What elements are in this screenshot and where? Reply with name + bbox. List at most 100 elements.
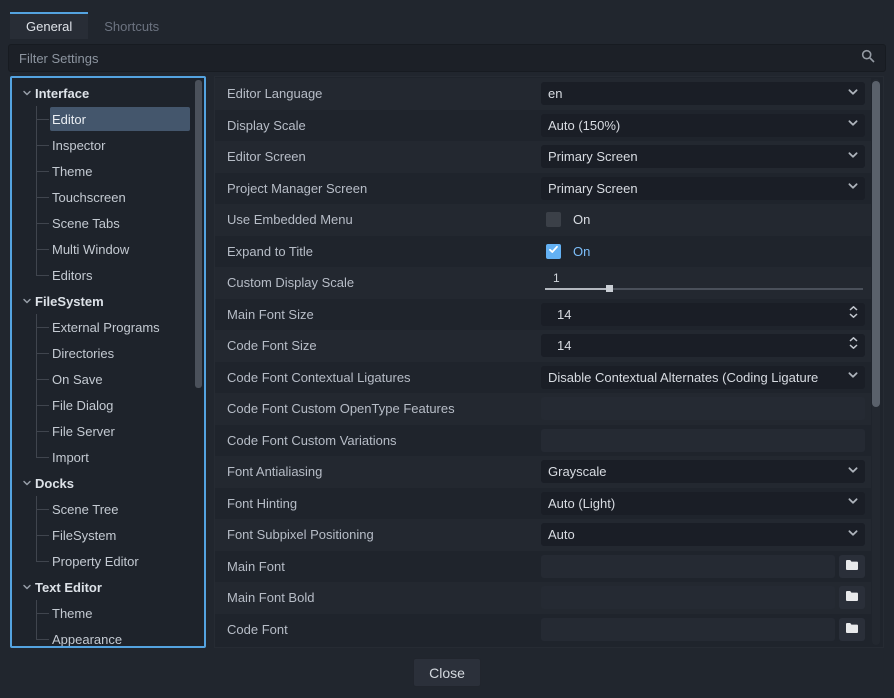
tree-item-appearance[interactable]: Appearance <box>12 626 194 648</box>
folder-icon <box>845 559 859 574</box>
tab-general[interactable]: General <box>10 12 88 39</box>
setting-label: Code Font Custom Variations <box>215 433 397 448</box>
setting-label: Project Manager Screen <box>215 181 367 196</box>
setting-row: Display Scale Auto (150%) <box>215 110 871 142</box>
chevron-down-icon <box>847 179 865 197</box>
setting-label: Code Font Size <box>215 338 317 353</box>
display-scale-dropdown[interactable]: Auto (150%) <box>541 114 865 137</box>
use-embedded-menu-checkbox[interactable] <box>546 212 561 227</box>
font-hinting-dropdown[interactable]: Auto (Light) <box>541 492 865 515</box>
tree-item-theme[interactable]: Theme <box>12 158 194 184</box>
setting-label: Code Font Contextual Ligatures <box>215 370 411 385</box>
main-font-input[interactable] <box>541 555 835 578</box>
settings-tabbar: General Shortcuts <box>10 12 175 39</box>
code-font-size-spinbox[interactable]: 14 <box>541 334 865 357</box>
setting-row: Font HintingAuto (Light) <box>215 488 871 520</box>
setting-label: Code Font Custom OpenType Features <box>215 401 455 416</box>
chevron-down-icon <box>847 85 865 103</box>
setting-row: Expand to Title On <box>215 236 871 268</box>
code-font-contextual-ligatures-dropdown[interactable]: Disable Contextual Alternates (Coding Li… <box>541 366 865 389</box>
chevron-down-icon[interactable] <box>22 88 32 98</box>
setting-label: Custom Display Scale <box>215 275 354 290</box>
main-font-bold-input[interactable] <box>541 586 835 609</box>
settings-panel: Editor Language en Display Scale Auto (150%… <box>214 76 884 648</box>
tree-item-touchscreen[interactable]: Touchscreen <box>12 184 194 210</box>
setting-label: Main Font Bold <box>215 590 314 605</box>
setting-label: Main Font <box>215 559 285 574</box>
font-antialiasing-dropdown[interactable]: Grayscale <box>541 460 865 483</box>
main-font-size-spinbox[interactable]: 14 <box>541 303 865 326</box>
setting-row: Editor Screen Primary Screen <box>215 141 871 173</box>
spin-updown-icon[interactable] <box>848 305 865 324</box>
font-subpixel-positioning-dropdown[interactable]: Auto <box>541 523 865 546</box>
settings-section-tree: InterfaceEditorInspectorThemeTouchscreen… <box>10 76 206 648</box>
tree-section-filesystem[interactable]: FileSystem <box>12 288 194 314</box>
code-font-custom-opentype-features-input[interactable] <box>541 397 865 420</box>
editor-language-dropdown[interactable]: en <box>541 82 865 105</box>
setting-row: Code Font Size 14 <box>215 330 871 362</box>
setting-row: Editor Language en <box>215 78 871 110</box>
tree-item-scene-tabs[interactable]: Scene Tabs <box>12 210 194 236</box>
chevron-down-icon <box>847 526 865 544</box>
chevron-down-icon[interactable] <box>22 478 32 488</box>
tree-item-editors[interactable]: Editors <box>12 262 194 288</box>
slider-grabber[interactable] <box>606 285 613 292</box>
tree-item-property-editor[interactable]: Property Editor <box>12 548 194 574</box>
code-font-input[interactable] <box>541 618 835 641</box>
checkbox-label: On <box>573 244 590 259</box>
filter-placeholder: Filter Settings <box>19 51 861 66</box>
setting-row: Use Embedded Menu On <box>215 204 871 236</box>
setting-row: Code Font <box>215 614 871 646</box>
setting-label: Editor Screen <box>215 149 306 164</box>
folder-icon <box>845 590 859 605</box>
settings-scrollbar[interactable] <box>872 81 880 407</box>
expand-to-title-checkbox[interactable] <box>546 244 561 259</box>
tree-section-interface[interactable]: Interface <box>12 80 194 106</box>
filter-settings-input[interactable]: Filter Settings <box>8 44 886 72</box>
tree-item-directories[interactable]: Directories <box>12 340 194 366</box>
chevron-down-icon <box>847 494 865 512</box>
setting-label: Main Font Size <box>215 307 314 322</box>
tree-item-on-save[interactable]: On Save <box>12 366 194 392</box>
code-font-browse-button[interactable] <box>839 618 865 641</box>
setting-label: Display Scale <box>215 118 306 133</box>
tree-item-theme[interactable]: Theme <box>12 600 194 626</box>
tree-item-inspector[interactable]: Inspector <box>12 132 194 158</box>
tree-item-editor[interactable]: Editor <box>12 106 194 132</box>
setting-row: Code Font Custom Variations <box>215 425 871 457</box>
tree-item-file-server[interactable]: File Server <box>12 418 194 444</box>
tree-section-text-editor[interactable]: Text Editor <box>12 574 194 600</box>
setting-label: Expand to Title <box>215 244 313 259</box>
chevron-down-icon[interactable] <box>22 582 32 592</box>
setting-row: Font Subpixel Positioning Auto <box>215 519 871 551</box>
tree-item-scene-tree[interactable]: Scene Tree <box>12 496 194 522</box>
tree-section-docks[interactable]: Docks <box>12 470 194 496</box>
setting-row: Main Font <box>215 551 871 583</box>
editor-screen-dropdown[interactable]: Primary Screen <box>541 145 865 168</box>
custom-display-scale-slider[interactable]: 1 <box>541 271 865 294</box>
search-icon[interactable] <box>861 49 875 68</box>
setting-label: Use Embedded Menu <box>215 212 353 227</box>
tree-item-import[interactable]: Import <box>12 444 194 470</box>
tree-item-filesystem[interactable]: FileSystem <box>12 522 194 548</box>
chevron-down-icon <box>847 463 865 481</box>
tree-item-external-programs[interactable]: External Programs <box>12 314 194 340</box>
project-manager-screen-dropdown[interactable]: Primary Screen <box>541 177 865 200</box>
tab-shortcuts[interactable]: Shortcuts <box>88 12 175 39</box>
spin-updown-icon[interactable] <box>848 336 865 355</box>
tree-item-multi-window[interactable]: Multi Window <box>12 236 194 262</box>
chevron-down-icon <box>847 148 865 166</box>
slider-value: 1 <box>553 271 560 285</box>
code-font-custom-variations-input[interactable] <box>541 429 865 452</box>
main-font-bold-browse-button[interactable] <box>839 586 865 609</box>
close-button[interactable]: Close <box>413 658 481 687</box>
sidebar-scrollbar[interactable] <box>195 80 202 388</box>
checkbox-label: On <box>573 212 590 227</box>
setting-label: Editor Language <box>215 86 322 101</box>
chevron-down-icon[interactable] <box>22 296 32 306</box>
main-font-browse-button[interactable] <box>839 555 865 578</box>
setting-row: Code Font Contextual Ligatures Disable Co… <box>215 362 871 394</box>
setting-label: Font Subpixel Positioning <box>215 527 374 542</box>
check-icon <box>548 242 559 260</box>
tree-item-file-dialog[interactable]: File Dialog <box>12 392 194 418</box>
